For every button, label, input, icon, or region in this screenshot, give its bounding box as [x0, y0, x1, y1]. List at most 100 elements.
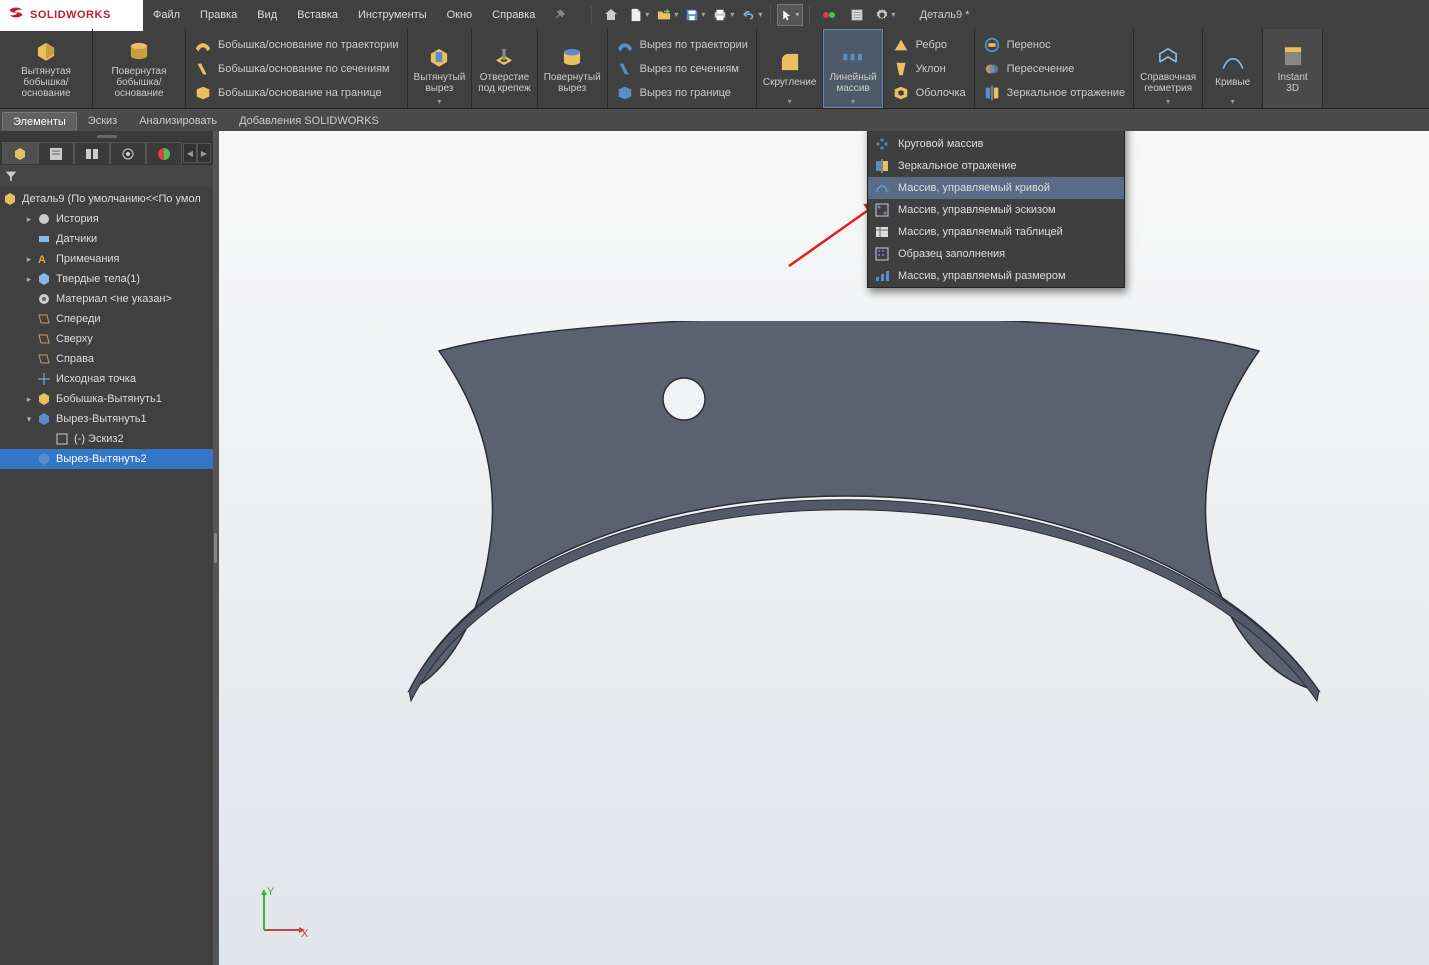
boundary-boss-button[interactable]: Бобышка/основание на границе — [190, 82, 403, 104]
swept-boss-icon — [194, 36, 212, 54]
tree-expand-icon[interactable]: ▸ — [22, 274, 36, 285]
revolve-boss-button[interactable]: Повернутая бобышка/основание — [93, 29, 186, 108]
panel-tab-feature-tree[interactable] — [2, 142, 38, 164]
rib-button[interactable]: Ребро — [888, 34, 970, 56]
loft-cut-button[interactable]: Вырез по сечениям — [612, 58, 752, 80]
tree-node[interactable]: ▸AПримечания — [0, 249, 213, 269]
tree-expand-icon[interactable]: ▸ — [22, 254, 36, 265]
swept-cut-icon — [616, 36, 634, 54]
linear-pattern-button[interactable]: Линейный массив ▾ — [823, 29, 883, 108]
tree-expand-icon[interactable]: ▸ — [22, 214, 36, 225]
revolve-boss-icon — [126, 38, 152, 64]
boundary-cut-button[interactable]: Вырез по границе — [612, 82, 752, 104]
draft-button[interactable]: Уклон — [888, 58, 970, 80]
instant3d-label: Instant 3D — [1278, 72, 1308, 94]
dropdown-item[interactable]: Зеркальное отражение — [868, 155, 1124, 177]
tree-node[interactable]: Материал <не указан> — [0, 289, 213, 309]
panel-tab-display[interactable] — [146, 142, 182, 164]
mirror-icon — [983, 84, 1001, 102]
intersect-button[interactable]: Пересечение — [979, 58, 1130, 80]
tree-node-label: (-) Эскиз2 — [74, 433, 124, 445]
tree-node-label: Датчики — [56, 233, 97, 245]
ref-geometry-icon — [1155, 44, 1181, 70]
menu-view[interactable]: Вид — [247, 0, 287, 29]
tree-node[interactable]: Сверху — [0, 329, 213, 349]
linear-pattern-label: Линейный массив — [829, 72, 876, 94]
tree-node[interactable]: (-) Эскиз2 — [0, 429, 213, 449]
wrap-icon — [983, 36, 1001, 54]
dropdown-item[interactable]: Массив, управляемый эскизом — [868, 199, 1124, 221]
panel-tab-scroll[interactable]: ◀▶ — [183, 143, 211, 163]
tab-features[interactable]: Элементы — [2, 112, 77, 131]
swept-cut-button[interactable]: Вырез по траектории — [612, 34, 752, 56]
tree-node[interactable]: ▾ Вырез-Вытянуть1 — [0, 409, 213, 429]
graphics-viewport[interactable]: ▾ ▾ Линейный массивКруговой массивЗеркал… — [219, 131, 1429, 965]
curves-button[interactable]: Кривые ▾ — [1203, 29, 1263, 108]
view-triad[interactable]: X Y — [249, 885, 309, 945]
revolve-cut-icon — [559, 44, 585, 70]
feature-manager-panel: ◀▶ Деталь9 (По умолчанию<<По умол ▸Истор… — [0, 131, 213, 965]
sketch-icon — [54, 431, 70, 447]
extrude-boss-icon — [33, 38, 59, 64]
tree-node[interactable]: Справа — [0, 349, 213, 369]
extrude-boss-button[interactable]: Вытянутая бобышка/основание — [0, 29, 93, 108]
tree-node-label: Материал <не указан> — [56, 293, 172, 305]
tree-node[interactable]: Исходная точка — [0, 369, 213, 389]
dropdown-item-label: Массив, управляемый таблицей — [898, 226, 1063, 238]
menu-tools[interactable]: Инструменты — [348, 0, 437, 29]
display-manager-icon — [156, 146, 172, 162]
panel-tab-config[interactable] — [74, 142, 110, 164]
boundary-boss-icon — [194, 84, 212, 102]
hole-wizard-button[interactable]: Отверстие под крепеж — [472, 29, 537, 108]
revolve-cut-label: Повернутый вырез — [544, 72, 601, 94]
tree-node[interactable]: Спереди — [0, 309, 213, 329]
ref-geometry-button[interactable]: Справочная геометрия ▾ — [1134, 29, 1203, 108]
fillet-button[interactable]: Скругление ▾ — [757, 29, 824, 108]
tree-node-label: Вырез-Вытянуть1 — [56, 413, 147, 425]
tree-root-node[interactable]: Деталь9 (По умолчанию<<По умол — [0, 189, 213, 209]
dropdown-item[interactable]: Образец заполнения — [868, 243, 1124, 265]
dimxpert-icon — [120, 146, 136, 162]
tree-expand-icon[interactable]: ▾ — [22, 414, 36, 425]
instant3d-button[interactable]: Instant 3D — [1263, 29, 1323, 108]
app-logo: SOLIDWORKS — [0, 0, 143, 31]
feature-tree: Деталь9 (По умолчанию<<По умол ▸История Д… — [0, 187, 213, 965]
dropdown-item-label: Массив, управляемый эскизом — [898, 204, 1056, 216]
dropdown-item[interactable]: Массив, управляемый размером — [868, 265, 1124, 287]
loft-cut-icon — [616, 60, 634, 78]
dropdown-item[interactable]: Массив, управляемый кривой — [868, 177, 1124, 199]
tree-filter-bar[interactable] — [0, 165, 213, 187]
tree-node[interactable]: ▸История — [0, 209, 213, 229]
ribbon: Вытянутая бобышка/основание Повернутая б… — [0, 29, 1429, 109]
tree-expand-icon[interactable]: ▸ — [22, 394, 36, 405]
extrude-cut-button[interactable]: Вытянутый вырез ▾ — [408, 29, 473, 108]
tree-node[interactable]: Датчики — [0, 229, 213, 249]
tree-node[interactable]: ▸Твердые тела(1) — [0, 269, 213, 289]
shell-button[interactable]: Оболочка — [888, 82, 970, 104]
tab-addins[interactable]: Добавления SOLIDWORKS — [228, 111, 390, 131]
menu-file[interactable]: Файл — [143, 0, 190, 29]
tree-node[interactable]: ▸Бобышка-Вытянуть1 — [0, 389, 213, 409]
loft-boss-button[interactable]: Бобышка/основание по сечениям — [190, 58, 403, 80]
rib-icon — [892, 36, 910, 54]
dropdown-item[interactable]: Массив, управляемый таблицей — [868, 221, 1124, 243]
linear-pattern-dropdown: Линейный массивКруговой массивЗеркальное… — [867, 131, 1125, 288]
command-tabbar: Элементы Эскиз Анализировать Добавления … — [0, 109, 1429, 131]
tab-sketch[interactable]: Эскиз — [77, 111, 128, 131]
curves-label: Кривые — [1215, 77, 1250, 88]
panel-tab-property[interactable] — [38, 142, 74, 164]
swept-boss-button[interactable]: Бобышка/основание по траектории — [190, 34, 403, 56]
menu-edit[interactable]: Правка — [190, 0, 247, 29]
linear-pattern-icon — [840, 44, 866, 70]
mirror-button[interactable]: Зеркальное отражение — [979, 82, 1130, 104]
menu-insert[interactable]: Вставка — [287, 0, 348, 29]
panel-tab-dimxpert[interactable] — [110, 142, 146, 164]
tab-evaluate[interactable]: Анализировать — [128, 111, 228, 131]
plane-icon — [36, 331, 52, 347]
panel-tabs: ◀▶ — [0, 141, 213, 165]
revolve-cut-button[interactable]: Повернутый вырез — [538, 29, 608, 108]
dropdown-item[interactable]: Круговой массив — [868, 133, 1124, 155]
dropdown-item-label: Круговой массив — [898, 138, 984, 150]
tree-node[interactable]: Вырез-Вытянуть2 — [0, 449, 213, 469]
wrap-button[interactable]: Перенос — [979, 34, 1130, 56]
